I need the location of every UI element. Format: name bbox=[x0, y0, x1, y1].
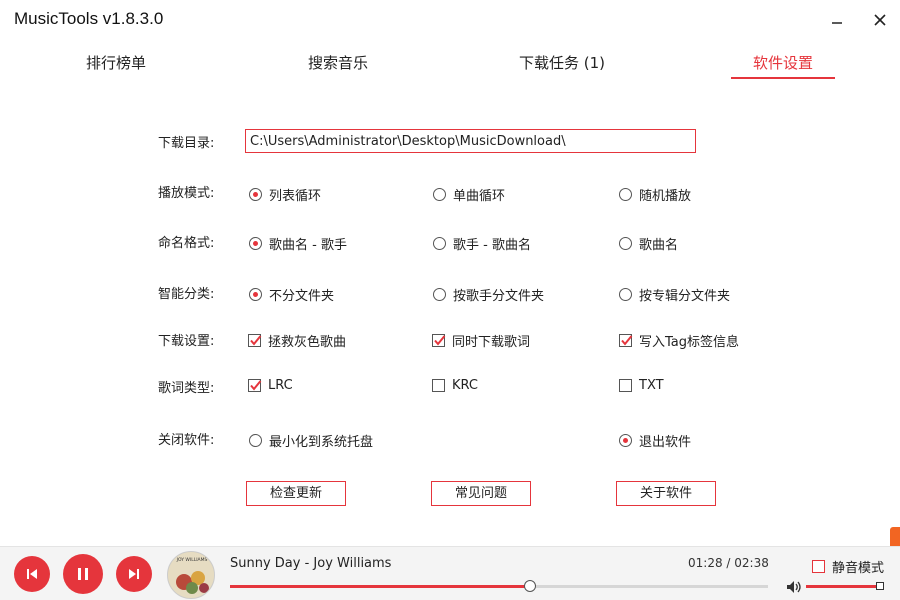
naming-artist-song[interactable]: 歌手 - 歌曲名 bbox=[433, 234, 531, 253]
progress-fill bbox=[230, 585, 530, 588]
play-mode-shuffle[interactable]: 随机播放 bbox=[619, 185, 691, 204]
svg-text:JOY WILLIAMS: JOY WILLIAMS bbox=[176, 557, 208, 563]
close-icon bbox=[874, 14, 886, 26]
album-art: JOY WILLIAMS bbox=[167, 551, 215, 599]
option-label: KRC bbox=[452, 378, 478, 393]
option-label: 最小化到系统托盘 bbox=[269, 435, 374, 450]
download-settings-label: 下载设置: bbox=[158, 334, 215, 349]
minimize-icon bbox=[832, 22, 842, 24]
checkbox-icon bbox=[432, 379, 445, 392]
option-label: 按歌手分文件夹 bbox=[453, 289, 545, 304]
checkbox-checked-icon bbox=[248, 334, 262, 347]
previous-icon bbox=[27, 569, 37, 579]
faq-button[interactable]: 常见问题 bbox=[431, 481, 531, 506]
radio-icon bbox=[619, 237, 632, 250]
radio-selected-icon bbox=[249, 237, 262, 250]
close-button[interactable] bbox=[866, 6, 894, 34]
radio-icon bbox=[433, 288, 446, 301]
radio-icon bbox=[433, 237, 446, 250]
option-label: 随机播放 bbox=[639, 189, 692, 204]
volume-icon[interactable] bbox=[786, 579, 802, 598]
classify-none[interactable]: 不分文件夹 bbox=[249, 285, 334, 304]
progress-bar[interactable] bbox=[230, 580, 768, 592]
radio-selected-icon bbox=[619, 434, 632, 447]
tab-search[interactable]: 搜索音乐 bbox=[308, 52, 368, 73]
classify-by-artist[interactable]: 按歌手分文件夹 bbox=[433, 285, 544, 304]
option-label: 歌曲名 bbox=[639, 238, 679, 253]
check-update-button[interactable]: 检查更新 bbox=[246, 481, 346, 506]
radio-icon bbox=[433, 188, 446, 201]
tab-settings[interactable]: 软件设置 bbox=[753, 52, 813, 73]
play-mode-label: 播放模式: bbox=[158, 186, 215, 201]
close-exit[interactable]: 退出软件 bbox=[619, 431, 691, 450]
radio-selected-icon bbox=[249, 188, 262, 201]
close-minimize-to-tray[interactable]: 最小化到系统托盘 bbox=[249, 431, 373, 450]
song-title: Sunny Day - Joy Williams bbox=[230, 556, 392, 571]
mute-toggle[interactable]: 静音模式 bbox=[812, 557, 884, 576]
naming-song-artist[interactable]: 歌曲名 - 歌手 bbox=[249, 234, 347, 253]
lyric-type-txt[interactable]: TXT bbox=[619, 378, 664, 393]
time-display: 01:28 / 02:38 bbox=[688, 556, 769, 570]
title-bar: MusicTools v1.8.3.0 bbox=[0, 0, 900, 40]
checkbox-checked-icon bbox=[619, 334, 633, 347]
radio-icon bbox=[249, 434, 262, 447]
download-rescue-grey[interactable]: 拯救灰色歌曲 bbox=[248, 331, 346, 350]
download-dir-input[interactable] bbox=[245, 129, 696, 153]
option-label: 歌手 - 歌曲名 bbox=[453, 238, 531, 253]
next-button[interactable] bbox=[116, 556, 152, 592]
tab-downloads[interactable]: 下载任务 (1) bbox=[519, 52, 605, 73]
classify-by-album[interactable]: 按专辑分文件夹 bbox=[619, 285, 730, 304]
progress-thumb[interactable] bbox=[523, 580, 536, 592]
minimize-button[interactable] bbox=[823, 6, 851, 34]
tab-charts[interactable]: 排行榜单 bbox=[86, 52, 146, 73]
checkbox-icon bbox=[619, 379, 632, 392]
volume-thumb[interactable] bbox=[876, 582, 884, 590]
lyric-type-label: 歌词类型: bbox=[158, 381, 215, 396]
option-label: 不分文件夹 bbox=[269, 289, 335, 304]
lyric-type-krc[interactable]: KRC bbox=[432, 378, 478, 393]
download-lyrics[interactable]: 同时下载歌词 bbox=[432, 331, 530, 350]
option-label: 退出软件 bbox=[639, 435, 692, 450]
lyric-type-lrc[interactable]: LRC bbox=[248, 378, 293, 393]
option-label: 写入Tag标签信息 bbox=[639, 335, 740, 350]
previous-button[interactable] bbox=[14, 556, 50, 592]
naming-song-only[interactable]: 歌曲名 bbox=[619, 234, 678, 253]
active-tab-indicator bbox=[731, 77, 835, 79]
radio-selected-icon bbox=[249, 288, 262, 301]
option-label: 单曲循环 bbox=[453, 189, 506, 204]
play-mode-list-loop[interactable]: 列表循环 bbox=[249, 185, 321, 204]
checkbox-checked-icon bbox=[248, 379, 262, 392]
close-behavior-label: 关闭软件: bbox=[158, 433, 215, 448]
pause-icon bbox=[78, 568, 88, 580]
option-label: 歌曲名 - 歌手 bbox=[269, 238, 347, 253]
app-title: MusicTools v1.8.3.0 bbox=[14, 9, 164, 28]
mute-label: 静音模式 bbox=[832, 561, 885, 576]
option-label: 按专辑分文件夹 bbox=[639, 289, 731, 304]
option-label: LRC bbox=[268, 378, 293, 393]
play-mode-single-loop[interactable]: 单曲循环 bbox=[433, 185, 505, 204]
pause-button[interactable] bbox=[63, 554, 103, 594]
download-write-tags[interactable]: 写入Tag标签信息 bbox=[619, 331, 739, 350]
radio-icon bbox=[619, 288, 632, 301]
option-label: TXT bbox=[639, 378, 664, 393]
option-label: 同时下载歌词 bbox=[452, 335, 531, 350]
about-button[interactable]: 关于软件 bbox=[616, 481, 716, 506]
volume-slider[interactable] bbox=[806, 585, 880, 588]
classify-label: 智能分类: bbox=[158, 287, 215, 302]
option-label: 拯救灰色歌曲 bbox=[268, 335, 347, 350]
naming-label: 命名格式: bbox=[158, 236, 215, 251]
radio-icon bbox=[619, 188, 632, 201]
checkbox-checked-icon bbox=[432, 334, 446, 347]
next-icon bbox=[129, 569, 139, 579]
option-label: 列表循环 bbox=[269, 189, 322, 204]
checkbox-icon bbox=[812, 560, 825, 573]
download-dir-label: 下载目录: bbox=[158, 136, 215, 151]
